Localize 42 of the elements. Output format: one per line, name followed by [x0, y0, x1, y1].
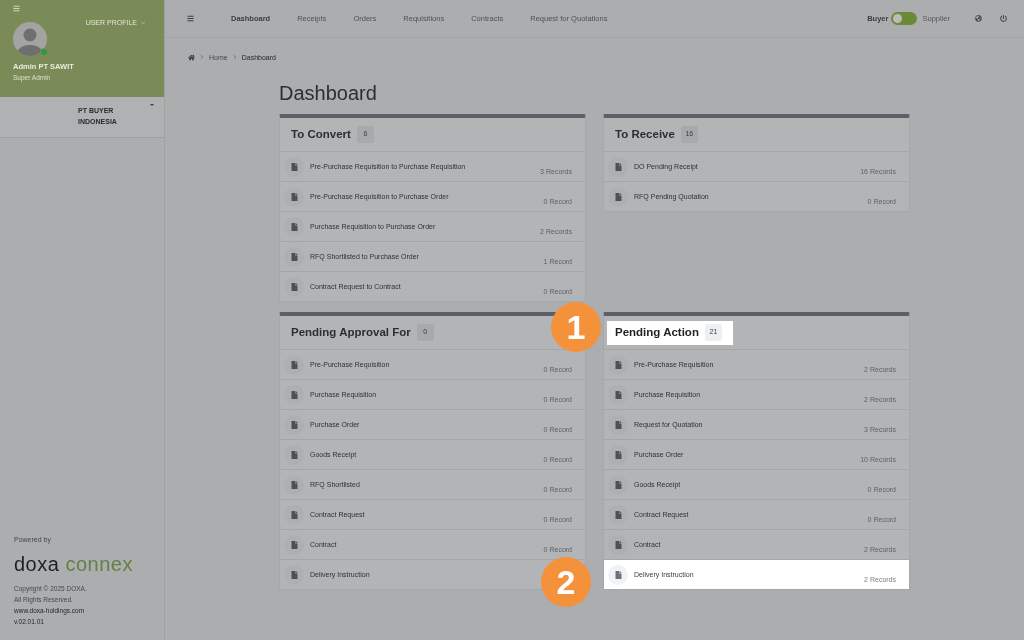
file-icon: [284, 414, 304, 435]
card-title: To Receive: [615, 126, 675, 142]
menu-icon[interactable]: [187, 15, 194, 22]
chevron-down-icon: [140, 19, 146, 26]
file-icon: [284, 534, 304, 555]
file-icon: [284, 444, 304, 465]
file-icon: [284, 246, 304, 267]
file-icon: [608, 414, 628, 435]
mode-toggle[interactable]: [891, 12, 918, 25]
file-icon: [284, 156, 304, 177]
home-icon[interactable]: [188, 53, 195, 61]
file-icon: [608, 564, 628, 585]
file-icon: [608, 474, 628, 495]
file-icon: [608, 354, 628, 375]
card-title: Pending Approval For: [291, 324, 411, 340]
file-icon: [608, 534, 628, 555]
file-icon: [284, 474, 304, 495]
globe-icon[interactable]: [975, 15, 982, 22]
chevron-right-icon: [231, 54, 238, 60]
chevron-right-icon: [199, 54, 205, 60]
avatar-icon: [13, 22, 47, 56]
file-icon: [608, 156, 628, 177]
page-title: Dashboard: [279, 81, 378, 105]
menu-icon[interactable]: [13, 5, 20, 12]
brand-logo: doxa connex: [14, 553, 134, 575]
file-icon: [608, 504, 628, 525]
file-icon: [284, 216, 304, 237]
card-title: Pending Action: [615, 324, 699, 340]
file-icon: [284, 504, 304, 525]
file-icon: [284, 354, 304, 375]
file-icon: [608, 186, 628, 207]
file-icon: [284, 564, 304, 585]
file-icon: [608, 384, 628, 405]
power-icon[interactable]: [1000, 15, 1007, 22]
caret-icon: [150, 104, 154, 106]
walkthrough-step-tooltip: 1: [551, 302, 601, 352]
walkthrough-step-tooltip: 2: [541, 557, 591, 607]
file-icon: [284, 384, 304, 405]
card-title: To Convert: [291, 126, 351, 142]
file-icon: [284, 186, 304, 207]
file-icon: [284, 276, 304, 297]
file-icon: [608, 444, 628, 465]
